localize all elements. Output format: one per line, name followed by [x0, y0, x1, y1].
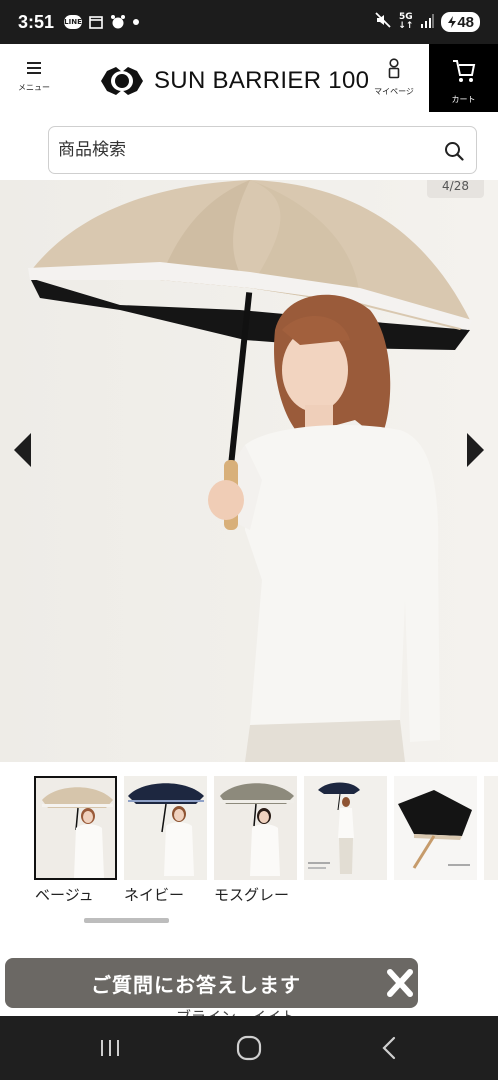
previous-image-arrow-icon[interactable] [14, 433, 31, 467]
mute-icon [375, 12, 391, 32]
status-time: 3:51 [18, 11, 55, 32]
thumbnail-scroll-indicator[interactable] [84, 918, 169, 923]
color-label-beige[interactable]: ベージュ [35, 884, 94, 905]
color-label-navy[interactable]: ネイビー [124, 884, 184, 905]
mypage-button[interactable]: マイページ [370, 58, 418, 97]
back-icon[interactable] [370, 1034, 410, 1062]
charging-icon [448, 16, 457, 28]
faq-banner[interactable]: ご質問にお答えします [5, 958, 418, 1008]
product-image-carousel[interactable]: 4/28 [0, 180, 498, 762]
site-header: メニュー SUN BARRIER 100 マイページ カート [0, 44, 498, 112]
line-icon: LINE [64, 15, 83, 29]
cart-label: カート [451, 95, 476, 104]
menu-button[interactable]: メニュー [14, 62, 54, 93]
close-icon[interactable] [383, 968, 417, 998]
signal-icon [420, 13, 435, 32]
brand-logo[interactable]: SUN BARRIER 100 [98, 64, 369, 98]
search-box [48, 126, 477, 174]
battery-indicator: 48 [441, 12, 480, 32]
user-icon [388, 58, 400, 79]
search-input[interactable] [58, 127, 438, 173]
thumbnail-moss-grey[interactable] [214, 776, 297, 880]
thumbnail-umbrella-detail[interactable] [394, 776, 477, 880]
alarm-icon [110, 14, 126, 30]
faq-banner-text: ご質問にお答えします [91, 973, 301, 997]
color-label-moss-grey[interactable]: モスグレー [214, 884, 289, 905]
color-labels: ベージュ ネイビー モスグレー [34, 884, 498, 906]
status-bar: 3:51 LINE 5G ↓↑ 48 [0, 0, 498, 44]
product-photo [0, 180, 498, 762]
image-counter: 4/28 [427, 180, 484, 198]
mypage-label: マイページ [374, 87, 414, 96]
network-arrows: ↓↑ [398, 21, 414, 31]
cart-button[interactable]: カート [429, 44, 498, 112]
next-image-arrow-icon[interactable] [467, 433, 484, 467]
calendar-icon [89, 15, 103, 29]
system-navigation-bar [0, 1016, 498, 1080]
thumbnail-navy[interactable] [124, 776, 207, 880]
battery-level: 48 [457, 13, 474, 31]
notification-dot-icon [133, 19, 140, 25]
hamburger-icon [27, 62, 41, 74]
thumbnail-full-length[interactable] [304, 776, 387, 880]
logo-mark-icon [101, 67, 143, 95]
recent-apps-icon[interactable] [90, 1034, 130, 1062]
brand-name: SUN BARRIER 100 [154, 67, 370, 94]
thumbnail-partial[interactable] [484, 776, 498, 880]
search-icon[interactable] [444, 141, 464, 161]
menu-label: メニュー [18, 83, 50, 92]
thumbnail-strip[interactable] [34, 776, 498, 880]
home-icon[interactable] [229, 1034, 269, 1062]
thumbnail-beige[interactable] [34, 776, 117, 880]
network-indicator: 5G ↓↑ [398, 13, 413, 31]
cart-icon [452, 60, 475, 82]
